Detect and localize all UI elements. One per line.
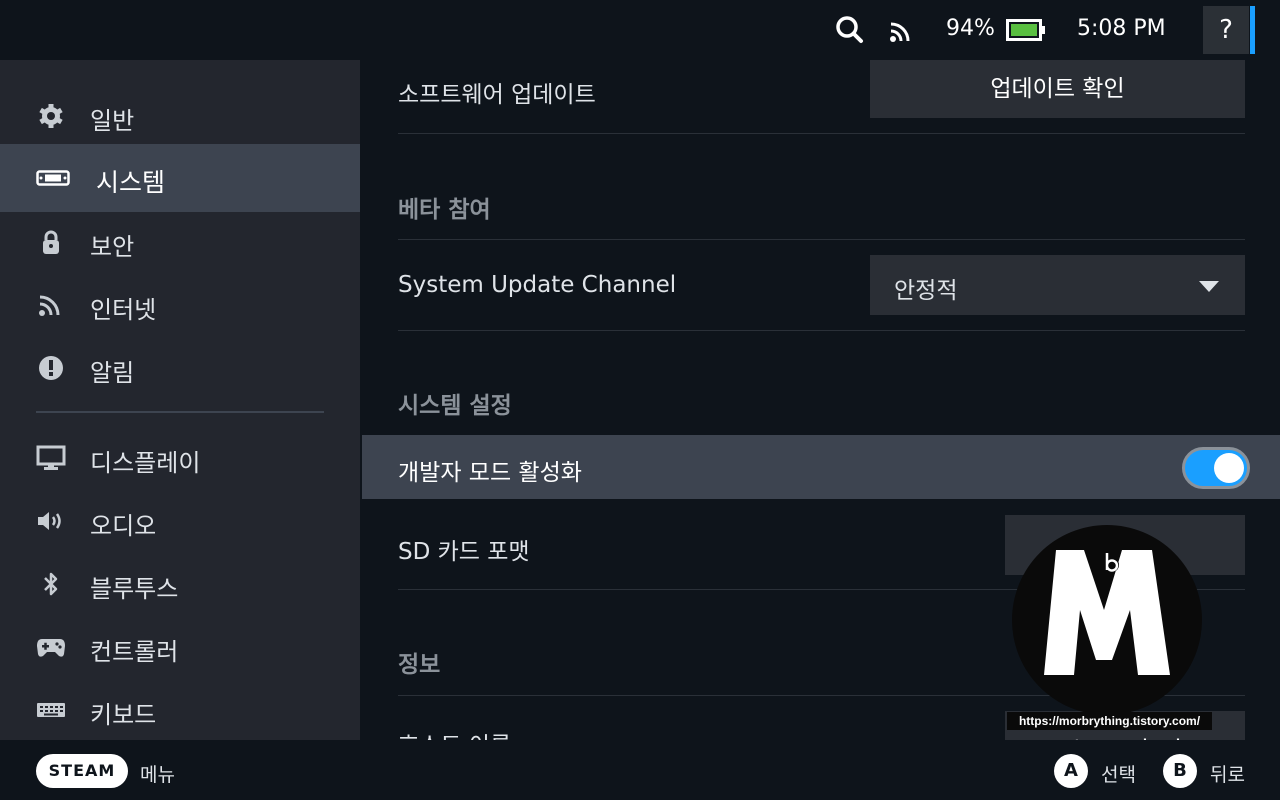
back-label: 뒤로 <box>1210 764 1245 786</box>
watermark-url: https://morbrything.tistory.com/ <box>1007 712 1212 730</box>
battery-icon[interactable] <box>1006 17 1046 43</box>
bluetooth-icon <box>44 572 58 596</box>
system-settings-panel: 소프트웨어 업데이트 업데이트 확인 베타 참여 System Update C… <box>362 60 1280 740</box>
developer-mode-toggle[interactable] <box>1182 447 1250 489</box>
sidebar-item-notifications[interactable]: 알림 <box>0 334 360 402</box>
divider <box>398 330 1245 331</box>
sidebar-item-bluetooth[interactable]: 블루투스 <box>0 550 360 618</box>
settings-sidebar: 일반 시스템 보안 인터넷 알림 디스플레이 오디오 블루투스 컨트롤러 키보드 <box>0 60 360 740</box>
menu-label: 메뉴 <box>140 764 175 786</box>
sidebar-item-label: 보안 <box>90 233 135 261</box>
help-accent-bar <box>1250 6 1255 54</box>
monitor-icon <box>36 445 66 470</box>
sidebar-item-system[interactable]: 시스템 <box>0 144 360 212</box>
sidebar-item-keyboard[interactable]: 키보드 <box>0 676 360 744</box>
software-update-label: 소프트웨어 업데이트 <box>398 82 596 108</box>
select-label: 선택 <box>1101 764 1136 786</box>
sidebar-divider <box>36 411 324 413</box>
system-section-title: 시스템 설정 <box>398 393 512 419</box>
info-section-title: 정보 <box>398 652 441 678</box>
status-bar: 94% 5:08 PM ? <box>0 0 1280 60</box>
sidebar-item-label: 키보드 <box>90 701 157 729</box>
beta-section-title: 베타 참여 <box>398 197 491 223</box>
watermark-logo-icon <box>1044 550 1170 675</box>
sidebar-item-label: 알림 <box>90 359 135 387</box>
update-channel-dropdown[interactable]: 안정적 <box>870 255 1245 315</box>
divider <box>398 239 1245 240</box>
sidebar-item-general[interactable]: 일반 <box>0 82 360 150</box>
speaker-icon <box>38 512 61 530</box>
wifi-icon[interactable] <box>888 18 916 44</box>
sidebar-item-label: 컨트롤러 <box>90 638 179 666</box>
b-button-icon[interactable]: B <box>1163 754 1197 788</box>
check-update-button[interactable]: 업데이트 확인 <box>870 60 1245 118</box>
update-channel-label: System Update Channel <box>398 272 677 298</box>
developer-mode-row[interactable]: 개발자 모드 활성화 <box>362 435 1280 499</box>
clock: 5:08 PM <box>1077 16 1166 41</box>
toggle-knob <box>1214 453 1244 483</box>
search-icon[interactable] <box>834 14 864 46</box>
hostname-label: 호스트 이름 <box>398 726 511 740</box>
steam-button[interactable]: STEAM <box>36 754 128 788</box>
keyboard-icon <box>37 703 65 717</box>
divider <box>398 133 1245 134</box>
update-channel-value: 안정적 <box>894 278 958 304</box>
sidebar-item-audio[interactable]: 오디오 <box>0 487 360 555</box>
chevron-down-icon <box>1199 281 1219 292</box>
a-button-icon[interactable]: A <box>1054 754 1088 788</box>
battery-percent: 94% <box>946 16 995 41</box>
sidebar-item-label: 디스플레이 <box>90 449 201 477</box>
bottom-bar: STEAM 메뉴 A 선택 B 뒤로 <box>0 740 1280 800</box>
sidebar-item-label: 오디오 <box>90 512 157 540</box>
sidebar-item-label: 시스템 <box>96 168 166 197</box>
sidebar-item-internet[interactable]: 인터넷 <box>0 271 360 339</box>
developer-mode-label: 개발자 모드 활성화 <box>398 460 582 486</box>
system-icon <box>36 170 70 186</box>
sidebar-item-security[interactable]: 보안 <box>0 208 360 276</box>
gamepad-icon <box>37 639 65 657</box>
sidebar-item-label: 인터넷 <box>90 296 157 324</box>
gear-icon <box>39 104 63 128</box>
sidebar-item-label: 블루투스 <box>90 575 179 603</box>
sidebar-item-display[interactable]: 디스플레이 <box>0 424 360 492</box>
sd-format-label: SD 카드 포맷 <box>398 539 530 565</box>
sidebar-item-controller[interactable]: 컨트롤러 <box>0 613 360 681</box>
sidebar-item-label: 일반 <box>90 107 135 135</box>
lock-icon <box>43 230 59 254</box>
help-button[interactable]: ? <box>1203 6 1249 54</box>
alert-icon <box>39 356 63 380</box>
wifi-icon <box>39 295 60 316</box>
